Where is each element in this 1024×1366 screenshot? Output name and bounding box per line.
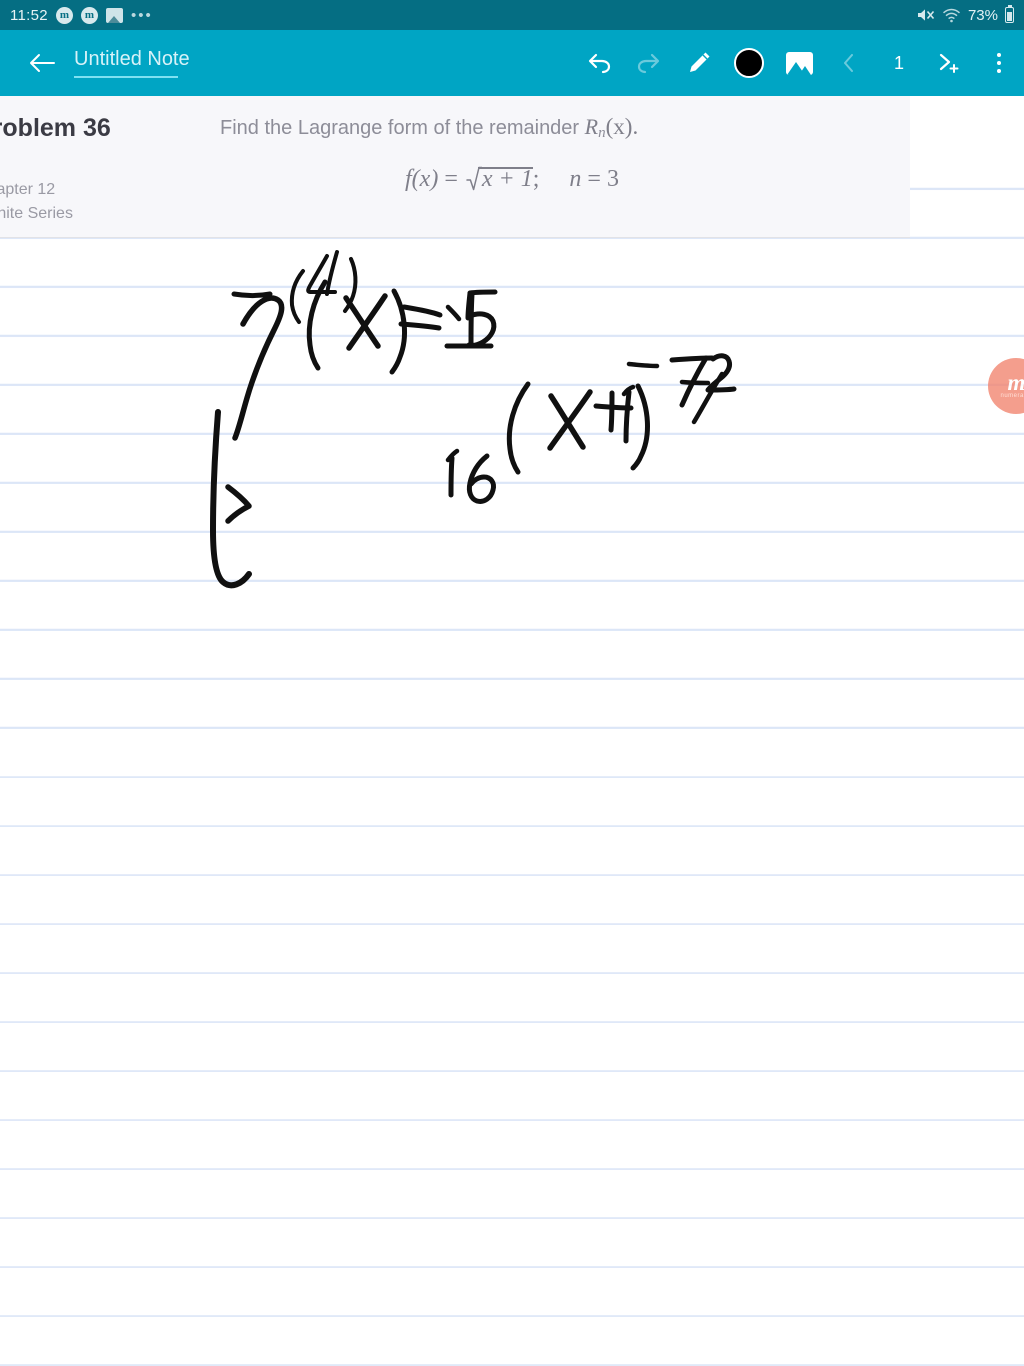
ruled-paper-lines <box>0 96 1024 1366</box>
formula-n-equals: = <box>587 166 601 192</box>
status-bar-right-group: 73% <box>917 5 1014 24</box>
status-bar-left-group: 11:52 m m ••• <box>10 6 153 24</box>
app-notification-icon-2: m <box>80 6 98 24</box>
note-title-text: Untitled Note <box>74 48 190 70</box>
pen-tool-button[interactable] <box>674 30 724 96</box>
add-page-button[interactable] <box>924 30 974 96</box>
remainder-subscript-n: n <box>598 125 606 141</box>
watermark-letter: m <box>1007 370 1024 395</box>
note-title-underline <box>74 76 178 78</box>
radical-sign-icon <box>466 166 483 191</box>
formula-n-value: 3 <box>606 166 619 192</box>
app-notification-icon-1: m <box>55 6 73 24</box>
remainder-symbol-R: R <box>584 114 599 139</box>
formula-n-symbol: n <box>569 166 582 192</box>
square-root-icon: x + 1 <box>464 166 533 193</box>
back-button[interactable] <box>14 52 70 74</box>
problem-meta-group: Problem 36 Chapter 12 Infinite Series <box>0 114 206 223</box>
undo-icon <box>588 53 611 74</box>
volume-mute-icon <box>917 7 935 23</box>
problem-prompt-text: Find the Lagrange form of the remainder <box>220 117 585 139</box>
problem-formula: f(x) = x + 1 ; n = 3 <box>405 166 619 193</box>
formula-lhs: f(x) <box>405 166 439 192</box>
page-number-indicator[interactable]: 1 <box>874 30 924 96</box>
chevron-left-icon <box>844 54 853 72</box>
insert-image-button[interactable] <box>774 30 824 96</box>
battery-icon <box>1005 5 1014 23</box>
note-canvas[interactable]: Problem 36 Chapter 12 Infinite Series Fi… <box>0 96 1024 1366</box>
prompt-period: . <box>632 114 639 139</box>
formula-radicand: x + 1 <box>481 166 533 192</box>
problem-title: Problem 36 <box>0 114 111 142</box>
back-arrow-icon <box>30 54 55 72</box>
color-swatch-button[interactable] <box>724 30 774 96</box>
android-status-bar: 11:52 m m ••• 73% <box>0 0 1024 30</box>
battery-percentage: 73% <box>967 6 998 24</box>
color-swatch-black <box>734 48 764 78</box>
chevron-right-plus-icon <box>939 53 959 73</box>
formula-semicolon: ; <box>532 166 540 192</box>
undo-button[interactable] <box>574 30 624 96</box>
more-notifications-icon: ••• <box>130 6 153 24</box>
redo-button[interactable] <box>624 30 674 96</box>
watermark-sub-label: numerade <box>1000 393 1024 399</box>
app-toolbar: Untitled Note 1 <box>0 30 1024 96</box>
problem-prompt: Find the Lagrange form of the remainder … <box>220 114 638 142</box>
problem-section: Infinite Series <box>0 205 73 222</box>
kebab-menu-icon <box>997 53 1001 73</box>
redo-icon <box>637 53 660 74</box>
page-number-text: 1 <box>893 52 904 73</box>
insert-image-icon <box>785 51 813 75</box>
formula-equals: = <box>444 166 458 192</box>
wifi-icon <box>942 8 961 23</box>
image-notification-icon <box>105 7 123 23</box>
remainder-argument: (x) <box>605 114 633 139</box>
previous-page-button[interactable] <box>824 30 874 96</box>
radical-overbar <box>477 167 533 169</box>
note-title-field[interactable]: Untitled Note <box>74 48 190 78</box>
problem-chapter: Chapter 12 <box>0 181 56 198</box>
toolbar-actions: 1 <box>574 30 1024 96</box>
problem-header-card: Problem 36 Chapter 12 Infinite Series Fi… <box>0 96 910 238</box>
pencil-icon <box>690 52 710 72</box>
overflow-menu-button[interactable] <box>974 30 1024 96</box>
status-clock: 11:52 <box>10 6 48 24</box>
